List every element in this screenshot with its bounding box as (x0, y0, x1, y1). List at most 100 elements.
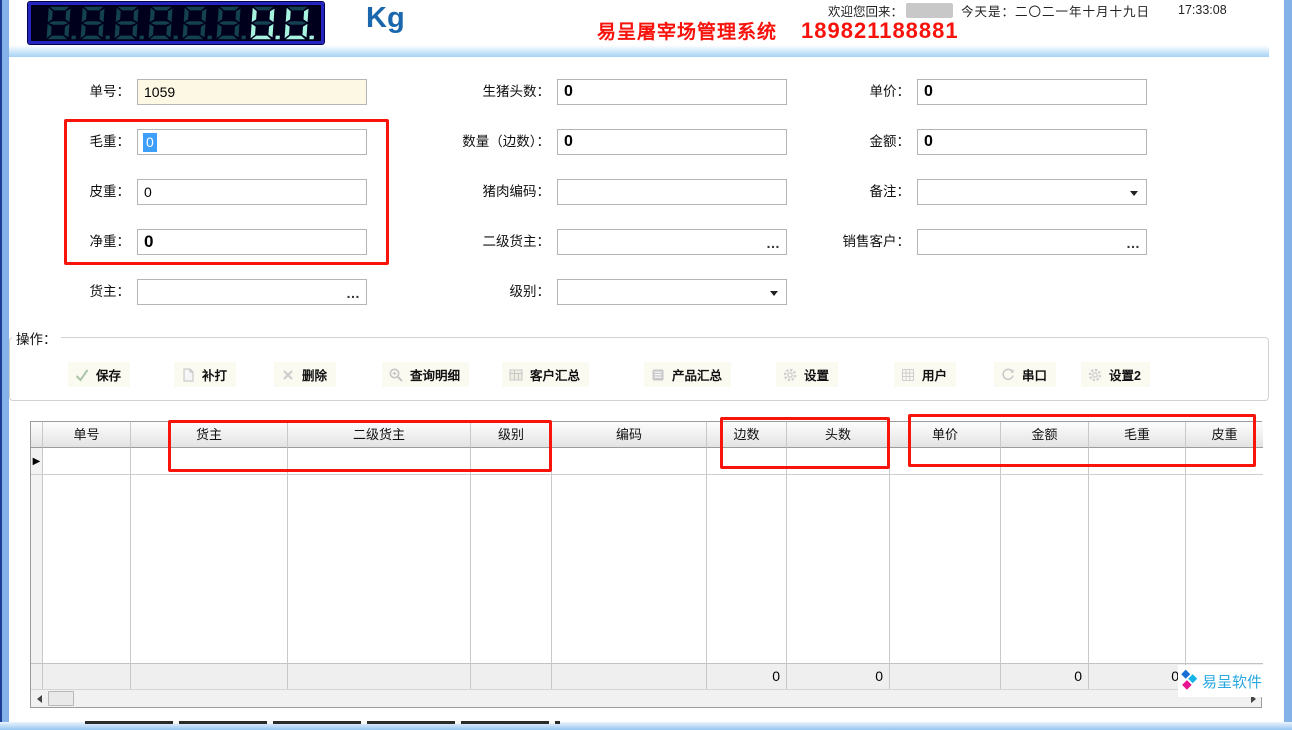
remark-dropdown[interactable] (917, 179, 1147, 205)
actions-group-label: 操作： (12, 328, 61, 348)
grid-totals-selector (31, 663, 43, 689)
grid-body-column (890, 475, 1001, 663)
grade-label: 级别： (509, 284, 551, 299)
toolbar-button-label: 设置2 (1109, 369, 1141, 383)
amount-input[interactable] (917, 129, 1147, 155)
reprint-page-icon (180, 367, 196, 383)
toolbar-button-7[interactable]: 设置 (776, 362, 839, 387)
save-check-icon (74, 367, 90, 383)
grid-body-selector-column (31, 475, 43, 663)
toolbar-button-9[interactable]: 串口 (994, 362, 1057, 387)
vendor-logo-text: 易呈软件 (1202, 673, 1263, 691)
toolbar-button-label: 设置 (804, 369, 830, 383)
owner-picker[interactable]: … (137, 279, 367, 305)
grid-column-header[interactable]: 单号 (43, 422, 131, 448)
toolbar-button-label: 产品汇总 (672, 369, 723, 383)
grid-column-header[interactable]: 编码 (552, 422, 707, 448)
users-grid-icon (900, 367, 916, 383)
order-no-label: 单号： (89, 84, 131, 99)
toolbar-button-3[interactable]: 删除 (274, 362, 337, 387)
sales-customer-ellipsis-button[interactable]: … (1126, 233, 1140, 253)
grid-column-header[interactable]: 二级货主 (288, 422, 471, 448)
delete-x-icon (280, 367, 296, 383)
toolbar-button-10[interactable]: 设置2 (1081, 362, 1150, 387)
grid-total-cell: 0 (707, 663, 787, 689)
background-window-edge (85, 721, 560, 724)
grid-body-column (131, 475, 288, 663)
net-weight-label: 净重： (89, 234, 131, 249)
toolbar-button-2[interactable]: 补打 (174, 362, 237, 387)
led-digit (148, 6, 178, 40)
grid-total-cell (131, 663, 288, 689)
grid-cell[interactable] (131, 448, 288, 475)
grid-horizontal-scrollbar[interactable] (31, 689, 1261, 707)
secondary-owner-label: 二级货主： (482, 234, 551, 249)
grade-dropdown[interactable] (557, 279, 787, 305)
chevron-down-icon[interactable] (770, 291, 778, 296)
order-no-input[interactable] (137, 79, 367, 105)
grid-column-header[interactable]: 皮重 (1186, 422, 1263, 448)
grid-column-header[interactable]: 毛重 (1089, 422, 1186, 448)
grid-cell[interactable] (787, 448, 890, 475)
grid-cell[interactable] (707, 448, 787, 475)
settings2-gear-icon (1087, 367, 1103, 383)
gross-weight-selected-text: 0 (143, 133, 157, 152)
grid-column-header[interactable]: 货主 (131, 422, 288, 448)
scrollbar-left-arrow[interactable] (31, 690, 47, 707)
toolbar-button-5[interactable]: 客户汇总 (502, 362, 590, 387)
toolbar-button-label: 补打 (202, 369, 228, 383)
unit-price-label: 单价： (869, 84, 911, 99)
window-frame-left (0, 0, 9, 730)
grid-total-cell (890, 663, 1001, 689)
grid-column-header[interactable]: 边数 (707, 422, 787, 448)
owner-ellipsis-button[interactable]: … (346, 283, 360, 303)
grid-total-cell (471, 663, 552, 689)
sales-customer-picker[interactable]: … (917, 229, 1147, 255)
grid-selector-header (31, 422, 43, 448)
scrollbar-thumb[interactable] (48, 691, 74, 706)
grid-cell[interactable] (288, 448, 471, 475)
title-bar: 易呈屠宰场管理系统 189821188881 (597, 17, 959, 44)
grid-total-cell: 0 (1089, 663, 1186, 689)
clock-time: 17:33:08 (1178, 3, 1227, 17)
grid-cell[interactable] (1001, 448, 1089, 475)
settings-gear-icon (782, 367, 798, 383)
gross-weight-input[interactable]: 0 (137, 129, 367, 155)
toolbar-button-4[interactable]: 查询明细 (382, 362, 470, 387)
serial-port-icon (1000, 367, 1016, 383)
led-digit (216, 6, 246, 40)
grid-body-area (31, 475, 1263, 663)
vendor-logo-icon (1181, 669, 1198, 690)
user-name-redacted (906, 2, 954, 18)
grid-cell[interactable] (1186, 448, 1263, 475)
chevron-down-icon[interactable] (1130, 191, 1138, 196)
led-digit (250, 6, 280, 40)
grid-column-header[interactable]: 金额 (1001, 422, 1089, 448)
pig-head-count-input[interactable] (557, 79, 787, 105)
secondary-owner-picker[interactable]: … (557, 229, 787, 255)
grid-cell[interactable] (552, 448, 707, 475)
grid-column-header[interactable]: 单价 (890, 422, 1001, 448)
app-window: { "scale": { "value": "0.0", "unit": "Kg… (0, 0, 1292, 730)
window-frame-right (1284, 0, 1292, 730)
net-weight-input[interactable] (137, 229, 367, 255)
owner-label: 货主： (89, 284, 131, 299)
row-selection-marker: ▶ (31, 448, 43, 475)
grid-body-column (288, 475, 471, 663)
grid-cell[interactable] (890, 448, 1001, 475)
toolbar-button-8[interactable]: 用户 (894, 362, 957, 387)
grid-header-row: 单号 货主 二级货主 级别 编码 边数 头数 单价 金额 毛重 皮重 (31, 422, 1263, 448)
led-digit (80, 6, 110, 40)
grid-cell[interactable] (43, 448, 131, 475)
toolbar-button-label: 删除 (302, 369, 328, 383)
toolbar-button-1[interactable]: 保存 (68, 362, 131, 387)
grid-column-header[interactable]: 级别 (471, 422, 552, 448)
grid-cell[interactable] (1089, 448, 1186, 475)
tare-weight-input[interactable] (137, 179, 367, 205)
pork-code-input[interactable] (557, 179, 787, 205)
unit-price-input[interactable] (917, 79, 1147, 105)
toolbar-button-6[interactable]: 产品汇总 (644, 362, 732, 387)
grid-cell[interactable] (471, 448, 552, 475)
quantity-sides-input[interactable] (557, 129, 787, 155)
grid-column-header[interactable]: 头数 (787, 422, 890, 448)
